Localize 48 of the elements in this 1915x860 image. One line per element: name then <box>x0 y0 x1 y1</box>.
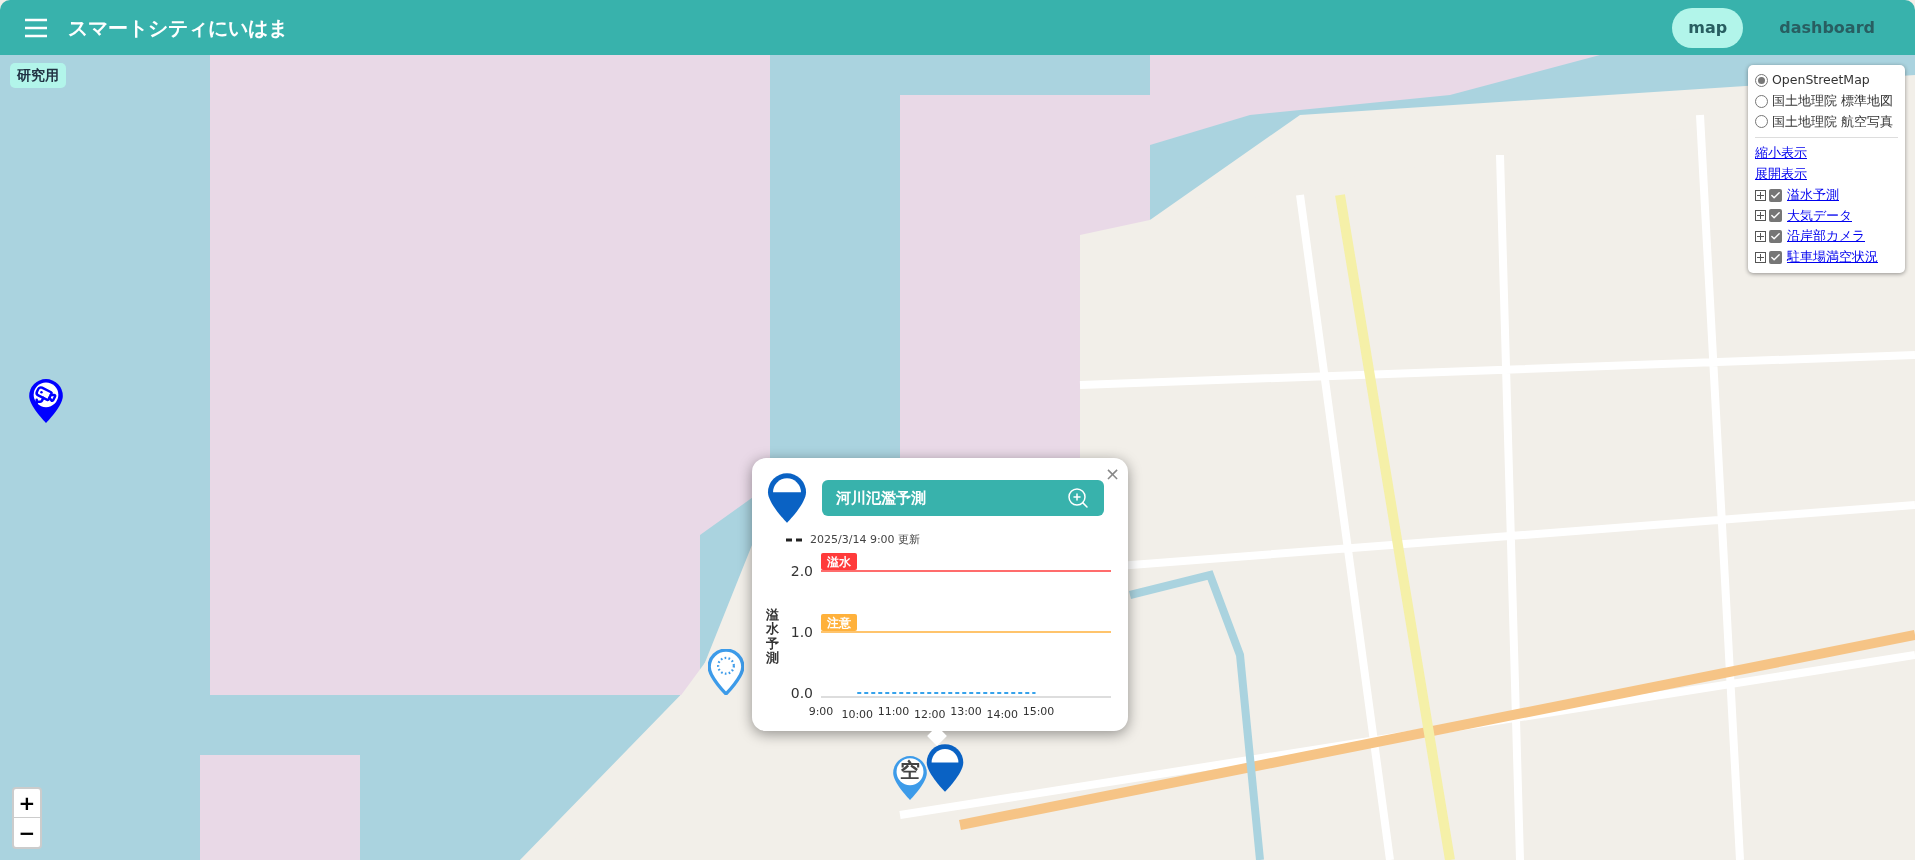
zoom-in-icon[interactable] <box>1066 486 1090 510</box>
expand-icon[interactable] <box>1755 231 1766 243</box>
overlay-link[interactable]: 溢水予測 <box>1787 185 1839 205</box>
research-badge: 研究用 <box>10 63 66 88</box>
x-tick-label: 13:00 <box>950 704 982 718</box>
threshold-tag: 溢水 <box>821 552 857 570</box>
series-label: 注意 <box>826 615 852 630</box>
zoom-in-button[interactable]: + <box>14 789 40 818</box>
base-layer-option[interactable]: 国土地理院 航空写真 <box>1755 112 1898 132</box>
overlay-link[interactable]: 沿岸部カメラ <box>1787 227 1865 246</box>
overlay-checkbox[interactable] <box>1769 250 1782 264</box>
base-layer-option[interactable]: OpenStreetMap <box>1755 71 1898 90</box>
expand-icon[interactable] <box>1755 210 1766 222</box>
water-level-pin-icon <box>766 472 808 524</box>
popup-title: 河川氾濫予測 <box>836 487 927 509</box>
expand-icon[interactable] <box>1755 251 1766 263</box>
x-tick-label: 12:00 <box>913 707 946 721</box>
legend-label: 2025/3/14 9:00 更新 <box>810 532 921 548</box>
map-pin-icon[interactable] <box>708 649 744 695</box>
x-tick-label: 14:00 <box>986 707 1019 721</box>
threshold-tag: 注意 <box>821 613 857 631</box>
x-tick-label: 10:00 <box>841 707 874 721</box>
y-axis-label: 溢水予測 <box>766 607 779 666</box>
y-tick-label: 1.0 <box>790 623 813 640</box>
overlay-checkbox[interactable] <box>1769 230 1782 244</box>
camera-pin-icon[interactable] <box>28 378 64 424</box>
x-tick-label: 11:00 <box>877 704 910 718</box>
expand-icon[interactable] <box>1755 189 1766 201</box>
x-tick-label: 9:00 <box>808 704 834 718</box>
parking-pin[interactable]: 空 <box>892 755 928 801</box>
overlay-checkbox[interactable] <box>1769 209 1782 223</box>
overlay-checkbox[interactable] <box>1769 188 1782 202</box>
base-layer-option[interactable]: 国土地理院 標準地図 <box>1755 91 1898 111</box>
layer-tree-link[interactable]: 縮小表示 <box>1755 144 1898 163</box>
nav-tab[interactable]: map <box>1672 7 1744 48</box>
close-button[interactable]: × <box>1104 460 1120 487</box>
y-tick-label: 0.0 <box>790 684 813 701</box>
zoom-out-button[interactable]: − <box>14 818 40 847</box>
menu-icon[interactable] <box>24 17 48 38</box>
overlay-link[interactable]: 駐車場満空状況 <box>1787 248 1878 267</box>
overlay-link[interactable]: 大気データ <box>1787 206 1852 226</box>
series-label: 溢水 <box>826 554 852 569</box>
layer-tree-link[interactable]: 展開表示 <box>1755 165 1898 184</box>
water-level-pin-icon[interactable] <box>925 743 965 793</box>
app-title: スマートシティにいはま <box>68 14 288 42</box>
legend-line-icon <box>786 538 802 543</box>
x-tick-label: 15:00 <box>1022 704 1055 718</box>
y-tick-label: 2.0 <box>790 562 813 579</box>
